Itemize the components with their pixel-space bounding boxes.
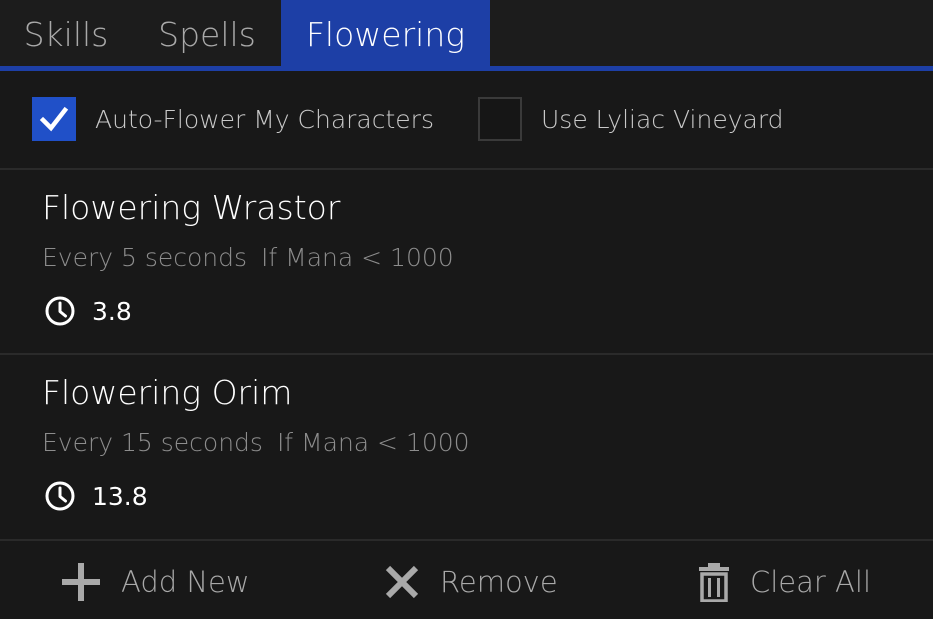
item-condition: If Mana < 1000 xyxy=(276,428,470,457)
auto-flower-option[interactable]: Auto-Flower My Characters xyxy=(32,96,434,142)
auto-flower-label: Auto-Flower My Characters xyxy=(95,104,434,134)
clock-icon xyxy=(45,481,75,511)
plus-icon xyxy=(62,563,100,601)
options-panel: Auto-Flower My Characters Use Lyliac Vin… xyxy=(0,71,933,168)
add-new-label: Add New xyxy=(121,565,250,599)
trash-icon xyxy=(699,563,729,602)
timer-value: 3.8 xyxy=(92,296,132,326)
item-title: Flowering Wrastor xyxy=(42,188,341,227)
timer-value: 13.8 xyxy=(92,481,148,511)
list-item[interactable]: Flowering Orim Every 15 seconds If Mana <… xyxy=(0,355,933,539)
item-subtitle: Every 15 seconds If Mana < 1000 xyxy=(42,428,470,457)
item-interval: Every 5 seconds xyxy=(42,243,248,272)
tab-spells[interactable]: Spells xyxy=(138,0,276,68)
auto-flower-checkbox[interactable] xyxy=(32,97,76,141)
checkmark-icon xyxy=(39,106,69,132)
remove-button[interactable]: Remove xyxy=(384,559,558,605)
lyliac-label: Use Lyliac Vineyard xyxy=(541,104,784,134)
remove-label: Remove xyxy=(440,565,558,599)
add-new-button[interactable]: Add New xyxy=(61,559,250,605)
x-icon xyxy=(385,565,419,599)
item-timer: 3.8 xyxy=(44,294,132,328)
tab-flowering[interactable]: Flowering xyxy=(281,0,490,68)
lyliac-option[interactable]: Use Lyliac Vineyard xyxy=(478,96,784,142)
clock-icon xyxy=(45,296,75,326)
tab-skills[interactable]: Skills xyxy=(0,0,130,68)
item-condition: If Mana < 1000 xyxy=(261,243,454,272)
item-title: Flowering Orim xyxy=(42,373,293,412)
item-interval: Every 15 seconds xyxy=(42,428,263,457)
list-item[interactable]: Flowering Wrastor Every 5 seconds If Mana… xyxy=(0,170,933,354)
item-timer: 13.8 xyxy=(44,479,148,513)
tab-bar: Skills Spells Flowering xyxy=(0,0,933,71)
clear-all-label: Clear All xyxy=(750,565,872,599)
item-subtitle: Every 5 seconds If Mana < 1000 xyxy=(42,243,454,272)
lyliac-checkbox[interactable] xyxy=(478,97,522,141)
action-bar: Add New Remove Clear All xyxy=(0,541,933,619)
clear-all-button[interactable]: Clear All xyxy=(698,559,871,605)
